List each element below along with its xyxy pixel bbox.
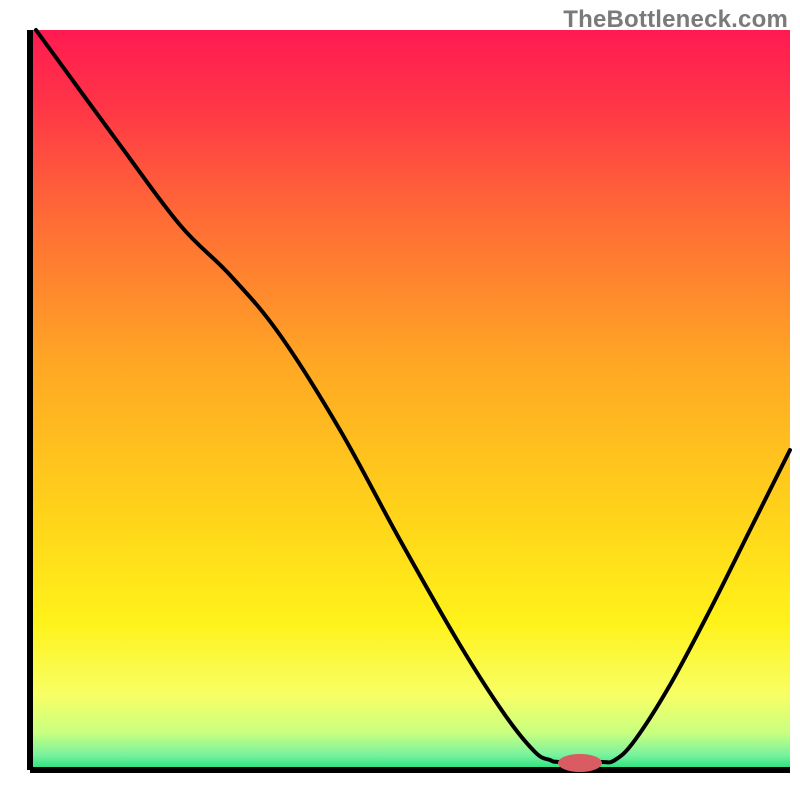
bottleneck-chart: TheBottleneck.com xyxy=(0,0,800,800)
minimum-marker xyxy=(558,754,602,772)
plot-background xyxy=(30,30,790,770)
watermark-text: TheBottleneck.com xyxy=(563,6,788,34)
chart-svg xyxy=(0,0,800,800)
